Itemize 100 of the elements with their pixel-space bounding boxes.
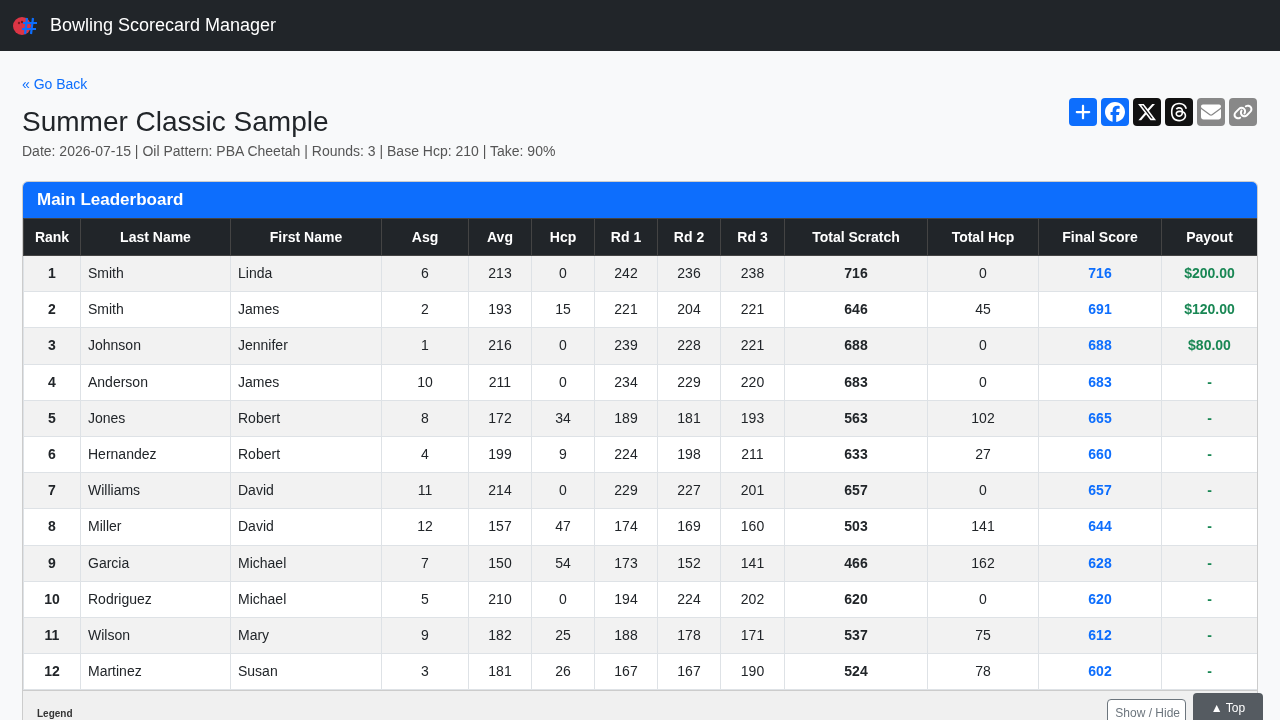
column-header: Rd 3	[720, 218, 785, 256]
table-cell: 198	[657, 436, 721, 473]
column-header: Last Name	[80, 218, 231, 256]
table-cell: 238	[720, 255, 785, 292]
table-cell: 236	[657, 255, 721, 292]
column-header: Rank	[23, 218, 81, 256]
table-cell: 0	[531, 472, 595, 509]
table-cell: 27	[927, 436, 1039, 473]
x-icon	[1137, 102, 1157, 122]
app-title[interactable]: Bowling Scorecard Manager	[50, 12, 277, 39]
table-cell: Anderson	[80, 364, 231, 401]
table-cell: 227	[657, 472, 721, 509]
table-cell: 239	[594, 327, 658, 365]
link-icon	[1233, 102, 1253, 122]
table-cell: 172	[468, 400, 532, 437]
table-cell: Smith	[80, 291, 231, 328]
table-cell: Susan	[230, 653, 382, 690]
table-cell: 563	[784, 400, 928, 437]
table-cell: Mary	[230, 617, 382, 654]
table-cell: 160	[720, 508, 785, 545]
table-cell: 211	[468, 364, 532, 401]
table-cell: 602	[1038, 653, 1162, 690]
table-cell: 11	[381, 472, 469, 509]
table-cell: 0	[531, 364, 595, 401]
table-cell: 216	[468, 327, 532, 365]
table-cell: 683	[784, 364, 928, 401]
table-cell: Garcia	[80, 545, 231, 582]
table-cell: 628	[1038, 545, 1162, 582]
table-cell: Michael	[230, 545, 382, 582]
table-cell: 683	[1038, 364, 1162, 401]
table-cell: 11	[23, 617, 81, 654]
table-cell: 612	[1038, 617, 1162, 654]
table-cell: 173	[594, 545, 658, 582]
table-cell: 214	[468, 472, 532, 509]
table-cell: Robert	[230, 400, 382, 437]
table-cell: 221	[720, 291, 785, 328]
back-link[interactable]: « Go Back	[22, 74, 88, 95]
share-button[interactable]	[1165, 98, 1193, 126]
table-cell: 47	[531, 508, 595, 545]
table-cell: 211	[720, 436, 785, 473]
table-cell: 5	[23, 400, 81, 437]
column-header: Final Score	[1038, 218, 1162, 256]
table-cell: 716	[1038, 255, 1162, 292]
table-cell: 620	[1038, 581, 1162, 618]
table-cell: 26	[531, 653, 595, 690]
table-cell: 224	[594, 436, 658, 473]
top-button[interactable]: ▲ Top	[1193, 693, 1263, 720]
table-cell: Wilson	[80, 617, 231, 654]
event-details: Date: 2026-07-15 | Oil Pattern: PBA Cheetah | Rounds: 3 | Base Hcp: 210 | Take: 90%	[22, 142, 556, 161]
table-cell: 181	[657, 400, 721, 437]
table-cell: 193	[720, 400, 785, 437]
table-cell: 10	[381, 364, 469, 401]
table-cell: 6	[381, 255, 469, 292]
table-cell: 152	[657, 545, 721, 582]
column-header: Total Scratch	[784, 218, 928, 256]
table-cell: 213	[468, 255, 532, 292]
table-cell: 6	[23, 436, 81, 473]
table-cell: 646	[784, 291, 928, 328]
table-cell: 199	[468, 436, 532, 473]
table-cell: 0	[927, 364, 1039, 401]
table-cell: 174	[594, 508, 658, 545]
table-cell: Rodriguez	[80, 581, 231, 618]
table-cell: 644	[1038, 508, 1162, 545]
table-cell: 537	[784, 617, 928, 654]
table-cell: Hernandez	[80, 436, 231, 473]
table-cell: James	[230, 291, 382, 328]
table-cell: 9	[531, 436, 595, 473]
table-cell: 141	[927, 508, 1039, 545]
table-cell: 201	[720, 472, 785, 509]
threads-icon	[1169, 102, 1189, 122]
table-cell: 0	[927, 581, 1039, 618]
table-cell: 688	[784, 327, 928, 365]
table-cell: 2	[23, 291, 81, 328]
table-cell: 220	[720, 364, 785, 401]
table-cell: 189	[594, 400, 658, 437]
table-cell: 12	[381, 508, 469, 545]
table-cell: 0	[531, 327, 595, 365]
table-cell: 169	[657, 508, 721, 545]
table-cell: 1	[381, 327, 469, 365]
bowling-ball-icon	[12, 14, 38, 37]
table-cell: Martinez	[80, 653, 231, 690]
table-cell: 633	[784, 436, 928, 473]
table-cell: 0	[927, 472, 1039, 509]
table-cell: 221	[720, 327, 785, 365]
table-cell: 665	[1038, 400, 1162, 437]
table-cell: 102	[927, 400, 1039, 437]
plus-icon	[1074, 103, 1092, 121]
table-cell: Linda	[230, 255, 382, 292]
table-cell: 171	[720, 617, 785, 654]
table-cell: 182	[468, 617, 532, 654]
table-cell: 4	[381, 436, 469, 473]
table-cell: 688	[1038, 327, 1162, 365]
table-cell: 75	[927, 617, 1039, 654]
table-cell: James	[230, 364, 382, 401]
column-header: Asg	[381, 218, 469, 256]
table-cell: 4	[23, 364, 81, 401]
share-button[interactable]	[1133, 98, 1161, 126]
table-cell: 3	[381, 653, 469, 690]
table-cell: 503	[784, 508, 928, 545]
legend-toggle-button[interactable]: Show / Hide	[1107, 699, 1186, 720]
